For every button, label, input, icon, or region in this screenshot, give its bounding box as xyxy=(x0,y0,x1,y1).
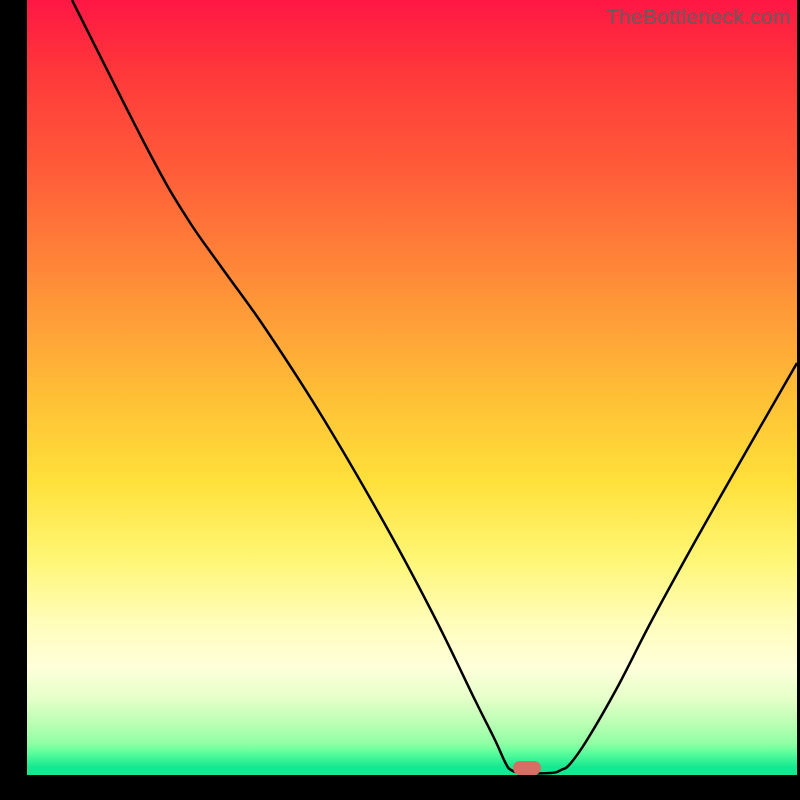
curve-layer xyxy=(27,0,797,775)
chart-gradient-background: TheBottleneck.com xyxy=(27,0,797,775)
optimal-point-marker xyxy=(513,761,541,775)
bottleneck-curve xyxy=(72,0,797,773)
